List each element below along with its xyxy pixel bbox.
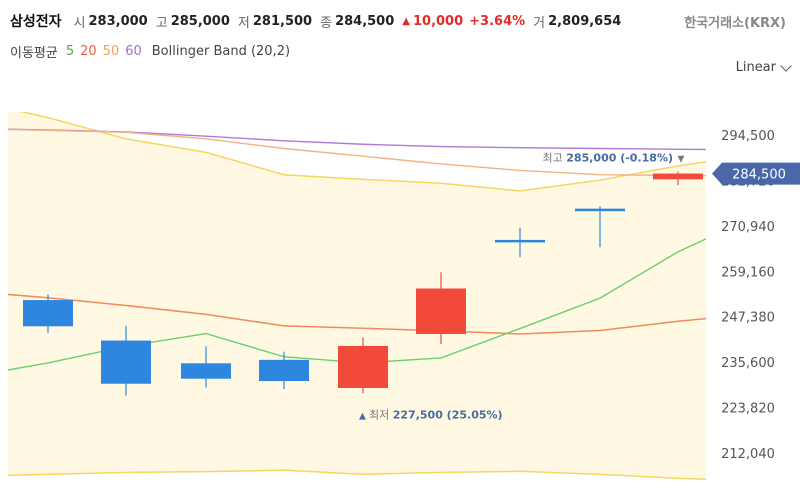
candlestick-chart[interactable]: 294,500282,720270,940259,160247,380235,6… <box>0 0 800 489</box>
y-tick-label: 212,040 <box>721 447 775 462</box>
y-tick-label: 247,380 <box>721 311 775 326</box>
low-marker-arrow-icon: ▲ <box>359 411 366 421</box>
candle-body <box>575 208 625 212</box>
y-tick-label: 270,940 <box>721 220 775 235</box>
high-marker-arrow-icon: ▼ <box>678 155 685 165</box>
candle-body <box>338 345 388 388</box>
low-marker-label: 최저 227,500 (25.05%) <box>369 408 503 421</box>
candle-body <box>23 300 73 327</box>
y-tick-label: 259,160 <box>721 265 775 280</box>
current-price-label: 284,500 <box>732 168 786 183</box>
candle-body <box>181 363 231 379</box>
candle-body <box>259 359 309 382</box>
y-tick-label: 223,820 <box>721 402 775 417</box>
candle-body <box>495 239 545 243</box>
y-tick-label: 294,500 <box>721 129 775 144</box>
candle-body <box>416 288 466 334</box>
candle-body <box>101 340 151 384</box>
candle-body <box>653 173 703 180</box>
high-marker-label: 최고 285,000 (-0.18%) <box>543 152 673 165</box>
y-tick-label: 235,600 <box>721 356 775 371</box>
